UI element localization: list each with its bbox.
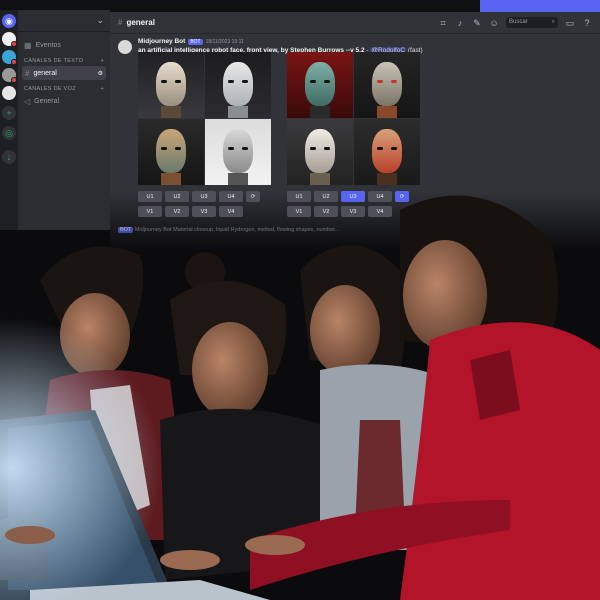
channel-item-general[interactable]: # general ⚙: [22, 66, 106, 80]
upscale-button[interactable]: U2: [165, 191, 189, 202]
generated-image[interactable]: [354, 52, 420, 118]
hash-icon: #: [25, 68, 30, 78]
message-content: Material closeup, liquid Hydrogen, melte…: [173, 227, 340, 233]
chevron-down-icon[interactable]: ⌄: [96, 15, 104, 26]
inbox-icon[interactable]: ▭: [565, 18, 575, 28]
server-rail: ◉ + ◎ ↓: [0, 10, 18, 230]
generated-image[interactable]: [354, 119, 420, 185]
events-label: Eventos: [35, 41, 61, 49]
reroll-icon[interactable]: ⟳: [246, 191, 260, 202]
upscale-button[interactable]: U2: [314, 191, 338, 202]
server-icon[interactable]: [2, 32, 17, 47]
variation-button[interactable]: V3: [341, 206, 365, 217]
variation-button[interactable]: V1: [138, 206, 162, 217]
hash-icon: #: [118, 18, 123, 27]
help-icon[interactable]: ?: [582, 18, 592, 28]
message-author[interactable]: Midjourney Bot: [138, 38, 185, 45]
events-item[interactable]: ▦ Eventos: [18, 38, 110, 52]
generated-image[interactable]: [138, 119, 204, 185]
search-icon: ⌕: [551, 19, 555, 25]
text-category[interactable]: CANALES DE TEXTO +: [18, 52, 110, 66]
image-grid-right[interactable]: [287, 52, 420, 185]
variation-buttons-right: V1 V2 V3 V4: [287, 206, 392, 217]
add-channel-icon[interactable]: +: [100, 86, 104, 92]
add-channel-icon[interactable]: +: [100, 58, 104, 64]
pin-icon[interactable]: ✎: [472, 18, 482, 28]
notification-badge: [11, 59, 17, 65]
upscale-buttons-left: U1 U2 U3 U4 ⟳: [138, 191, 260, 202]
channel-label: general: [33, 69, 57, 77]
channel-sidebar: ⌄ ▦ Eventos CANALES DE TEXTO + # general…: [18, 10, 110, 230]
upscale-button[interactable]: U1: [138, 191, 162, 202]
notification-badge: [11, 77, 17, 83]
search-placeholder: Buscar: [509, 19, 528, 25]
add-server-icon[interactable]: +: [2, 106, 16, 120]
server-icon[interactable]: [2, 50, 17, 65]
header-toolbar: ⌗ ♪ ✎ ☺ Buscar ⌕ ▭ ?: [438, 17, 592, 28]
upscale-button-selected[interactable]: U3: [341, 191, 365, 202]
server-icon[interactable]: [2, 86, 16, 100]
channel-title: general: [126, 18, 155, 27]
variation-button[interactable]: V2: [165, 206, 189, 217]
notification-badge: [11, 41, 17, 47]
voice-channel-item[interactable]: ◁ General: [18, 94, 110, 108]
variation-button[interactable]: V4: [368, 206, 392, 217]
voice-channel-label: General: [34, 97, 60, 105]
search-input[interactable]: Buscar ⌕: [506, 17, 558, 28]
upscale-button[interactable]: U3: [192, 191, 216, 202]
text-category-label: CANALES DE TEXTO: [24, 58, 84, 64]
upscale-button[interactable]: U1: [287, 191, 311, 202]
threads-icon[interactable]: ⌗: [438, 18, 448, 28]
image-grid-left[interactable]: [138, 52, 271, 185]
members-icon[interactable]: ☺: [489, 18, 499, 28]
generated-image[interactable]: [205, 52, 271, 118]
voice-category[interactable]: CANALES DE VOZ +: [18, 80, 110, 94]
calendar-icon: ▦: [24, 40, 32, 50]
chat-area: # general ⌗ ♪ ✎ ☺ Buscar ⌕ ▭ ? Midjourne…: [110, 12, 600, 252]
upscale-button[interactable]: U4: [368, 191, 392, 202]
variation-buttons-left: V1 V2 V3 V4: [138, 206, 243, 217]
message-author: Midjourney Bot: [134, 227, 172, 233]
next-message-preview: BOT Midjourney Bot Material closeup, liq…: [118, 227, 339, 233]
reroll-icon[interactable]: ⟳: [395, 191, 409, 202]
discord-home-icon[interactable]: ◉: [2, 14, 16, 28]
bell-icon[interactable]: ♪: [455, 18, 465, 28]
voice-category-label: CANALES DE VOZ: [24, 86, 76, 92]
variation-button[interactable]: V2: [314, 206, 338, 217]
generated-image[interactable]: [205, 119, 271, 185]
variation-button[interactable]: V1: [287, 206, 311, 217]
speaker-icon: ◁: [24, 96, 31, 106]
generated-image[interactable]: [287, 52, 353, 118]
upscale-button[interactable]: U4: [219, 191, 243, 202]
message-timestamp: 18/11/2023 19:11: [205, 38, 244, 45]
variation-button[interactable]: V3: [192, 206, 216, 217]
settings-icon[interactable]: ⚙: [98, 70, 103, 77]
download-icon[interactable]: ↓: [2, 150, 16, 164]
avatar[interactable]: [118, 40, 132, 54]
title-bar-accent: [480, 0, 600, 12]
server-icon[interactable]: [2, 68, 17, 83]
discord-window: ◉ + ◎ ↓ ⌄ ▦ Eventos CANALES DE TEXTO + #…: [0, 0, 600, 600]
bot-badge: BOT: [118, 227, 134, 233]
explore-icon[interactable]: ◎: [2, 126, 16, 140]
upscale-buttons-right: U1 U2 U3 U4 ⟳: [287, 191, 409, 202]
generated-image[interactable]: [138, 52, 204, 118]
variation-button[interactable]: V4: [219, 206, 243, 217]
generated-image[interactable]: [287, 119, 353, 185]
bot-badge: BOT: [188, 38, 203, 45]
server-header[interactable]: ⌄: [18, 10, 110, 32]
